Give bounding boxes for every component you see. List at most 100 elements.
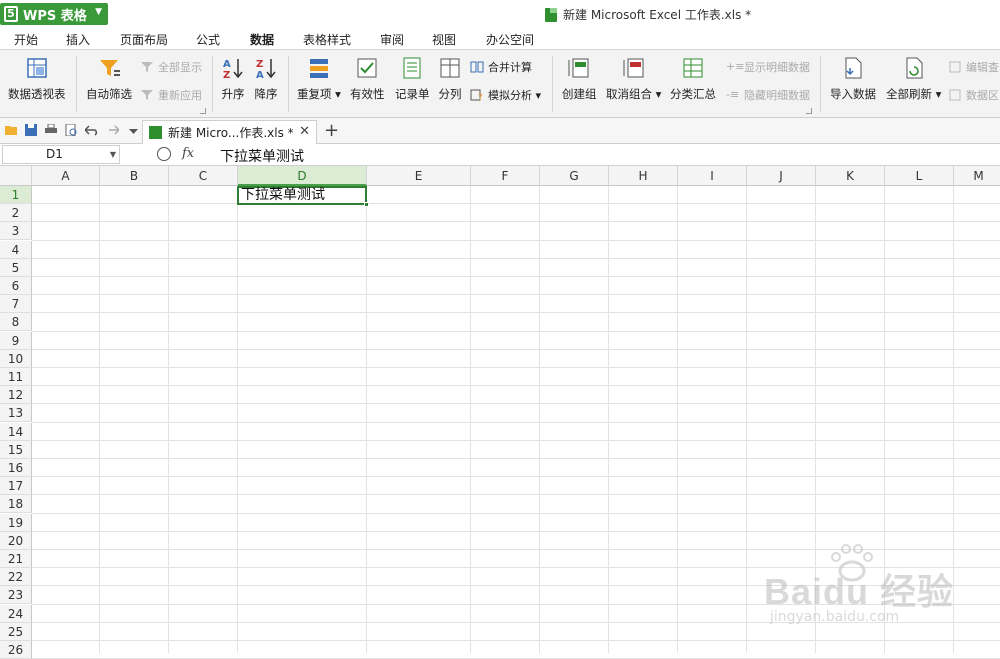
row-header-8[interactable]: 8	[0, 313, 32, 332]
formula-input[interactable]: 下拉菜单测试	[220, 146, 304, 166]
tab-page-layout[interactable]: 页面布局	[120, 31, 168, 48]
dialog-launcher-icon[interactable]	[806, 108, 812, 114]
tab-office-space[interactable]: 办公空间	[486, 31, 534, 48]
redo-icon[interactable]	[106, 124, 119, 136]
column-header-m[interactable]: M	[954, 166, 1000, 186]
ribbon-separator	[288, 56, 289, 112]
consolidate-button[interactable]: 合并计算	[470, 59, 532, 75]
sort-ascending-button[interactable]: A Z 升序	[221, 56, 245, 102]
show-detail-button[interactable]: +≡ 显示明细数据	[726, 59, 810, 75]
row-header-12[interactable]: 12	[0, 386, 32, 405]
tab-formulas[interactable]: 公式	[196, 31, 220, 48]
wps-app-menu-button[interactable]: 5 WPS 表格 ▼	[0, 3, 108, 25]
close-tab-icon[interactable]: ✕	[299, 124, 310, 139]
undo-icon[interactable]	[85, 124, 98, 136]
column-header-l[interactable]: L	[885, 166, 954, 186]
column-header-g[interactable]: G	[540, 166, 609, 186]
row-header-2[interactable]: 2	[0, 204, 32, 223]
row-header-17[interactable]: 17	[0, 477, 32, 496]
show-all-button[interactable]: 全部显示	[140, 59, 202, 75]
create-group-button[interactable]: 创建组	[562, 56, 597, 102]
column-header-i[interactable]: I	[678, 166, 747, 186]
row-header-23[interactable]: 23	[0, 586, 32, 605]
tab-data[interactable]: 数据	[245, 31, 279, 53]
row-header-26[interactable]: 26	[0, 641, 32, 659]
zoom-icon[interactable]	[157, 147, 171, 161]
column-header-j[interactable]: J	[747, 166, 816, 186]
row-header-18[interactable]: 18	[0, 495, 32, 514]
split-columns-button[interactable]: 分列	[438, 56, 462, 102]
column-header-h[interactable]: H	[609, 166, 678, 186]
import-data-button[interactable]: 导入数据	[830, 56, 876, 102]
fill-handle[interactable]	[364, 202, 369, 208]
row-header-19[interactable]: 19	[0, 513, 32, 532]
active-cell-d1[interactable]: 下拉菜单测试	[237, 186, 369, 208]
column-header-a[interactable]: A	[32, 166, 100, 186]
row-header-10[interactable]: 10	[0, 349, 32, 368]
save-icon[interactable]	[25, 124, 38, 136]
column-header-b[interactable]: B	[100, 166, 169, 186]
column-header-k[interactable]: K	[816, 166, 885, 186]
row-header-14[interactable]: 14	[0, 422, 32, 441]
auto-filter-button[interactable]: 自动筛选	[86, 56, 132, 102]
data-area-label: 数据区	[966, 89, 999, 102]
row-header-15[interactable]: 15	[0, 440, 32, 459]
row-header-13[interactable]: 13	[0, 404, 32, 423]
tab-home[interactable]: 开始	[14, 31, 38, 48]
pivot-table-button[interactable]: 数据透视表	[8, 56, 66, 102]
subtotal-button[interactable]: 分类汇总	[670, 56, 716, 102]
sort-descending-button[interactable]: Z A 降序	[254, 56, 278, 102]
record-form-button[interactable]: 记录单	[395, 56, 430, 102]
print-icon[interactable]	[45, 124, 58, 136]
row-header-5[interactable]: 5	[0, 258, 32, 277]
data-area-button[interactable]: 数据区	[948, 87, 999, 103]
ungroup-button[interactable]: 取消组合 ▾	[606, 56, 661, 102]
customize-quick-access-icon[interactable]	[127, 124, 140, 136]
refresh-all-button[interactable]: 全部刷新 ▾	[886, 56, 941, 102]
row-header-16[interactable]: 16	[0, 459, 32, 477]
edit-query-label: 编辑查	[966, 61, 999, 74]
row-header-25[interactable]: 25	[0, 622, 32, 641]
column-header-f[interactable]: F	[471, 166, 540, 186]
tab-insert[interactable]: 插入	[66, 31, 90, 48]
baidu-watermark: Baidu 经验 jingyan.baidu.com	[752, 544, 992, 645]
row-header-4[interactable]: 4	[0, 240, 32, 259]
row-header-6[interactable]: 6	[0, 277, 32, 295]
open-folder-icon[interactable]	[5, 124, 18, 136]
row-header-24[interactable]: 24	[0, 604, 32, 623]
row-header-3[interactable]: 3	[0, 222, 32, 241]
function-icon[interactable]: fx	[182, 146, 194, 161]
row-header-1[interactable]: 1	[0, 186, 32, 204]
gridline	[32, 221, 1000, 223]
hide-detail-button[interactable]: -≡ 隐藏明细数据	[726, 87, 810, 103]
row-header-11[interactable]: 11	[0, 368, 32, 386]
dialog-launcher-icon[interactable]	[200, 108, 206, 114]
row-header-7[interactable]: 7	[0, 295, 32, 314]
print-preview-icon[interactable]	[65, 124, 78, 136]
cell-value: 下拉菜单测试	[241, 187, 325, 203]
row-header-20[interactable]: 20	[0, 531, 32, 550]
tab-review[interactable]: 审阅	[380, 31, 404, 48]
edit-query-button[interactable]: 编辑查	[948, 59, 999, 75]
chevron-down-icon[interactable]: ▼	[110, 146, 116, 163]
column-header-e[interactable]: E	[367, 166, 471, 186]
tab-view[interactable]: 视图	[432, 31, 456, 48]
filter-reapply-icon	[141, 90, 153, 100]
name-box[interactable]: D1 ▼	[2, 145, 120, 164]
reapply-button[interactable]: 重新应用	[140, 87, 202, 103]
svg-text:?: ?	[478, 93, 483, 101]
row-header-21[interactable]: 21	[0, 550, 32, 568]
column-header-d[interactable]: D	[238, 166, 367, 186]
ribbon-separator	[820, 56, 821, 112]
select-all-corner[interactable]	[0, 166, 32, 186]
column-header-c[interactable]: C	[169, 166, 238, 186]
tab-table-style[interactable]: 表格样式	[303, 31, 351, 48]
what-if-analysis-button[interactable]: ? 模拟分析 ▾	[470, 87, 541, 103]
document-tab[interactable]: 新建 Micro...作表.xls * ✕	[142, 120, 317, 144]
row-header-9[interactable]: 9	[0, 331, 32, 350]
duplicates-button[interactable]: 重复项 ▾	[297, 56, 341, 102]
row-header-22[interactable]: 22	[0, 568, 32, 587]
validity-button[interactable]: 有效性	[350, 56, 385, 102]
new-tab-icon[interactable]: +	[324, 120, 339, 141]
gridline	[32, 385, 1000, 387]
